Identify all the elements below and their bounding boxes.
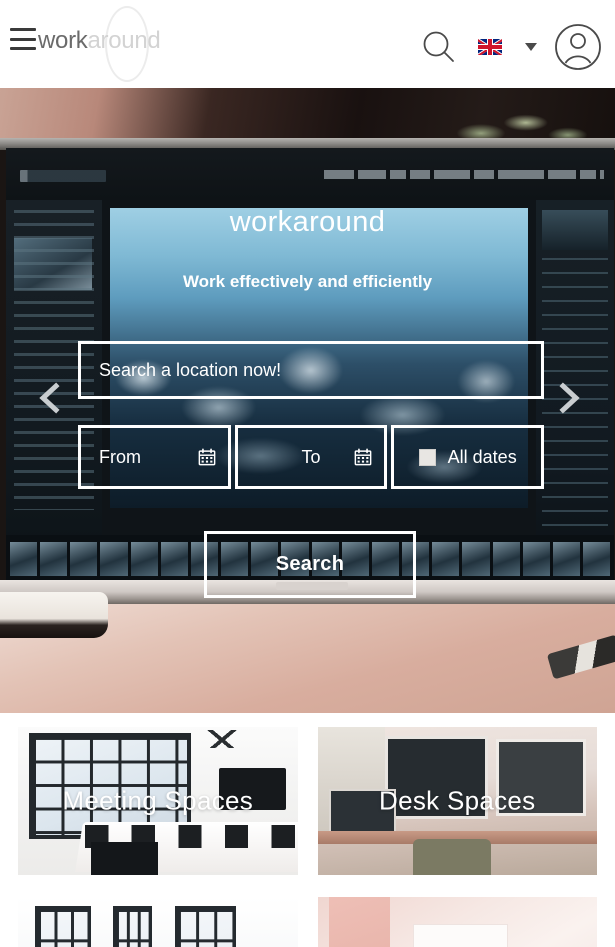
site-header: workaround [0, 0, 615, 88]
date-filter-row: From To All dates [78, 425, 545, 489]
language-dropdown-button[interactable] [513, 21, 549, 73]
carousel-prev-button[interactable] [32, 380, 68, 416]
account-button[interactable] [549, 18, 607, 76]
all-dates-field[interactable]: All dates [391, 425, 545, 489]
logo-text-primary: work [38, 27, 88, 54]
logo-text: workaround [38, 27, 161, 55]
category-card-image [18, 897, 298, 947]
hero-subtitle: Work effectively and efficiently [182, 272, 433, 291]
chevron-right-icon [559, 382, 580, 414]
carousel-next-button[interactable] [551, 380, 587, 416]
hamburger-bar [10, 37, 36, 41]
logo-text-secondary: around [87, 27, 161, 54]
hero-banner: workaround Work effectively and efficien… [0, 88, 615, 713]
language-flag-button[interactable] [467, 21, 513, 73]
date-from-field[interactable]: From [78, 425, 231, 489]
date-to-label: To [301, 446, 321, 467]
date-from-label: From [99, 446, 141, 467]
uk-flag-icon [478, 39, 502, 55]
category-card-desk-spaces[interactable]: Desk Spaces [317, 727, 597, 875]
chevron-down-icon [525, 43, 537, 51]
calendar-icon [354, 448, 372, 466]
all-dates-checkbox[interactable] [418, 448, 436, 466]
calendar-icon [198, 448, 216, 466]
header-actions [411, 18, 607, 76]
category-card-label: Meeting Spaces [62, 785, 254, 816]
category-card-label: Desk Spaces [379, 785, 536, 816]
hero-title: workaround [229, 206, 386, 238]
user-account-icon [555, 24, 601, 70]
category-card-pink-lounge[interactable] [317, 897, 597, 947]
hamburger-bar [10, 28, 36, 31]
hero-overlay: workaround Work effectively and efficien… [0, 88, 615, 713]
chevron-left-icon [39, 382, 60, 414]
all-dates-label: All dates [447, 446, 517, 467]
location-search-input[interactable] [81, 344, 541, 396]
search-icon [423, 31, 454, 62]
category-card-image [317, 897, 597, 947]
search-icon-button[interactable] [411, 21, 467, 73]
search-submit-button[interactable]: Search [204, 531, 416, 598]
location-search-field[interactable] [78, 341, 544, 399]
category-grid: Meeting Spaces Desk Spaces [0, 713, 615, 947]
category-card-meeting-spaces[interactable]: Meeting Spaces [18, 727, 298, 875]
category-card-white-office[interactable] [18, 897, 298, 947]
hamburger-bar [10, 47, 36, 50]
site-logo[interactable]: workaround [36, 2, 171, 86]
date-to-field[interactable]: To [234, 425, 388, 489]
